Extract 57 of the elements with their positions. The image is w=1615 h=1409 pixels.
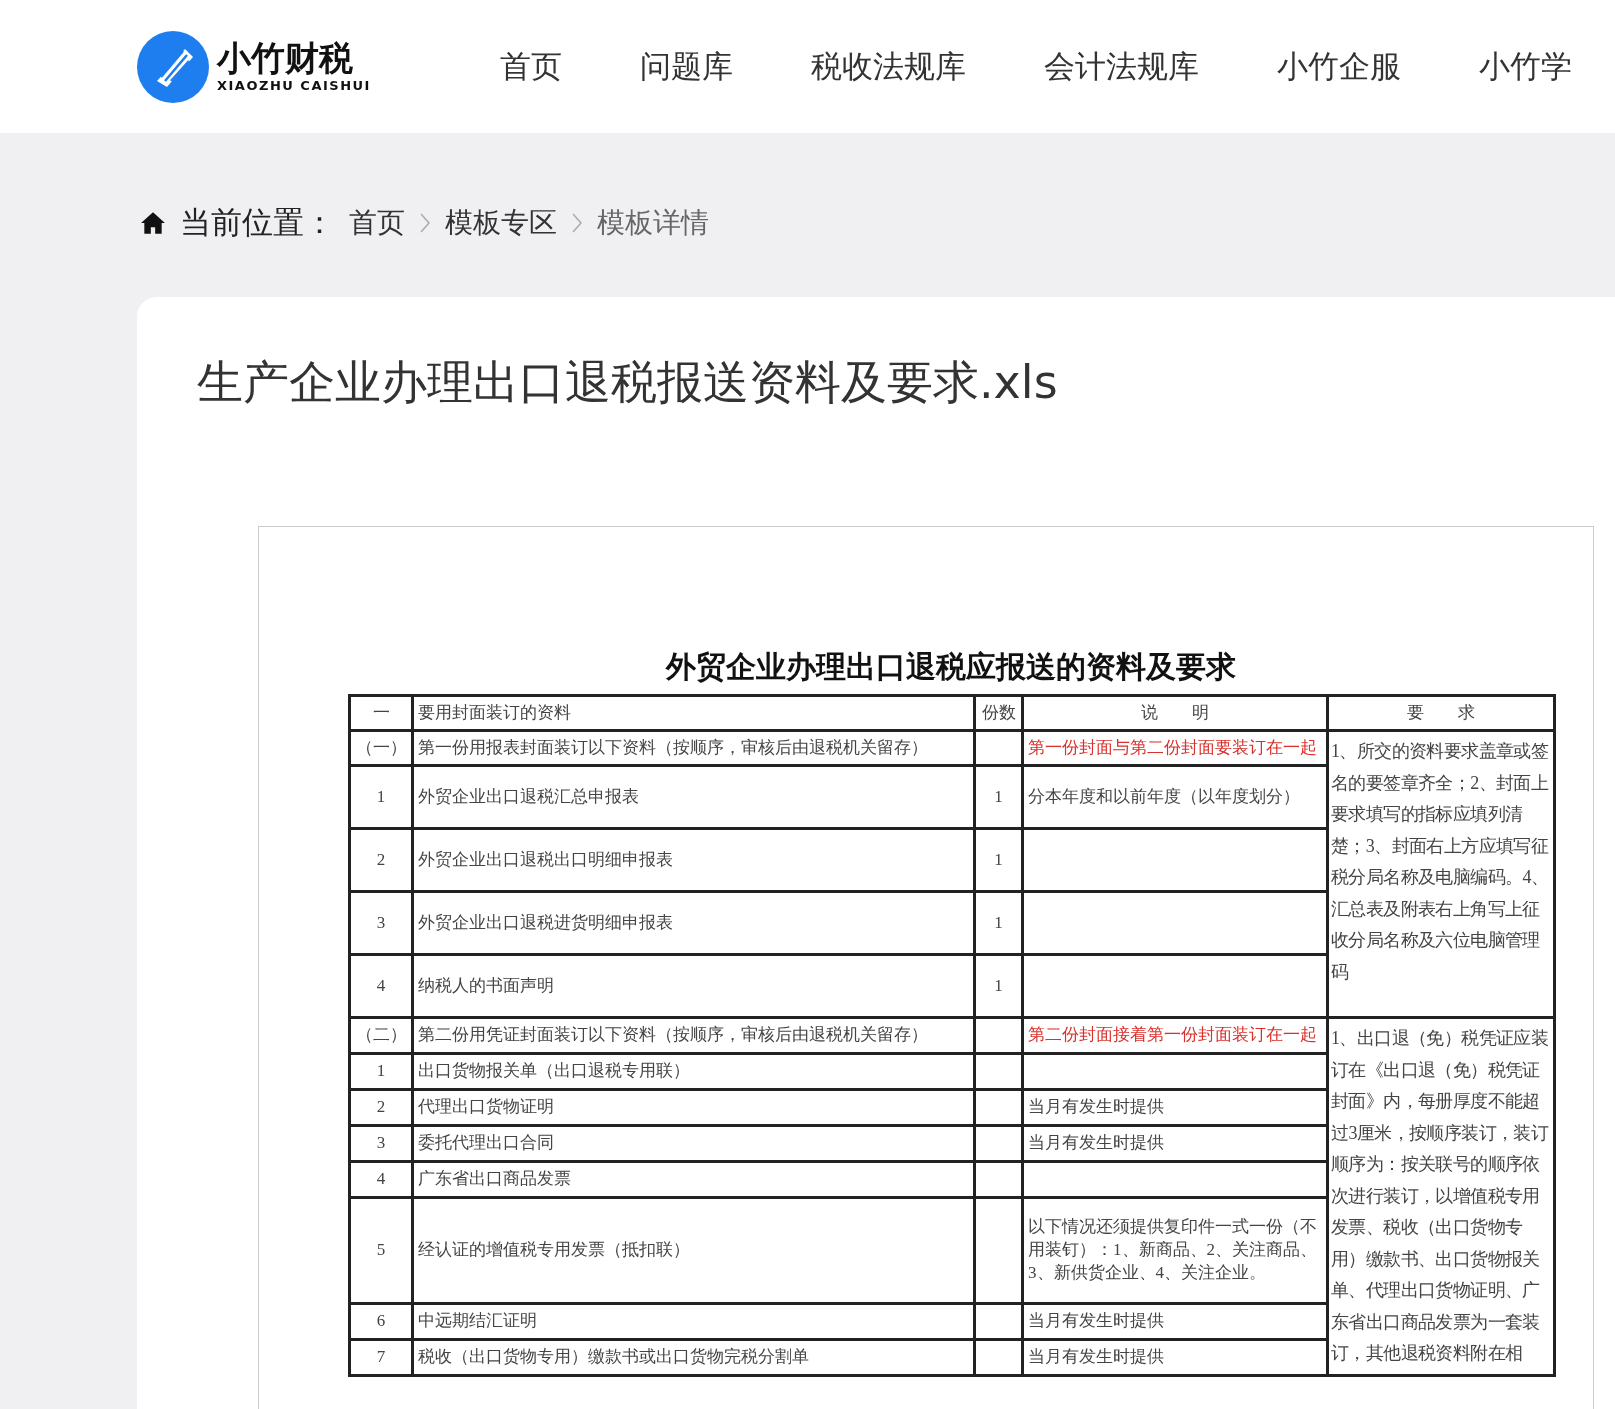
table-cell: 1、出口退（免）税凭证应装订在《出口退（免）税凭证封面》内，每册厚度不能超过3厘米，按顺序装订，装订顺序为：按关联号的顺序依次进行装订，以增值税专用发票、税收（出口货物专用）缴款书、出口货物报关单、代理出口货物证明、广东省出口商品发票为一套装订，其他退税资料附在相 (1327, 1017, 1555, 1375)
table-cell: 第一份封面与第二份封面要装订在一起 (1022, 730, 1328, 766)
table-cell: 1 (349, 765, 413, 829)
nav-link[interactable]: 小竹企服 (1277, 45, 1401, 88)
table-cell: 纳税人的书面声明 (412, 954, 975, 1018)
table-cell: 4 (349, 954, 413, 1018)
logo-subtitle: XIAOZHU CAISHUI (217, 77, 371, 93)
logo-name: 小竹财税 (217, 40, 354, 78)
header-cell: 说 明 (1022, 695, 1328, 731)
nav-link[interactable]: 会计法规库 (1044, 45, 1199, 88)
table-cell: 税收（出口货物专用）缴款书或出口货物完税分割单 (412, 1339, 975, 1375)
nav-link[interactable]: 税收法规库 (811, 45, 966, 88)
table-cell: 代理出口货物证明 (412, 1089, 975, 1126)
table-cell: 1 (974, 828, 1023, 892)
table-cell: 1 (349, 1053, 413, 1090)
breadcrumb-link[interactable]: 模板专区 (445, 204, 557, 242)
table-cell: 第二份用凭证封面装订以下资料（按顺序，审核后由退税机关留存） (412, 1017, 975, 1054)
nav-link[interactable]: 首页 (500, 45, 562, 88)
home-icon (140, 210, 166, 236)
table-cell: （二） (349, 1017, 413, 1054)
nav-link[interactable]: 问题库 (640, 45, 733, 88)
table-cell: 委托代理出口合同 (412, 1125, 975, 1162)
table-cell: 外贸企业出口退税出口明细申报表 (412, 828, 975, 892)
header-cell: 要 求 (1327, 695, 1555, 731)
table-cell: （一） (349, 730, 413, 766)
document-title: 生产企业办理出口退税报送资料及要求.xls (197, 354, 1059, 411)
chevron-right-icon (571, 212, 583, 234)
header-cell: 要用封面装订的资料 (412, 695, 975, 731)
table-cell: 第二份封面接着第一份封面装订在一起 (1022, 1017, 1328, 1054)
table-cell: 3 (349, 1125, 413, 1162)
table-cell: 广东省出口商品发票 (412, 1161, 975, 1198)
table-cell: 中远期结汇证明 (412, 1303, 975, 1339)
chevron-right-icon (419, 212, 431, 234)
breadcrumb-label: 当前位置： (180, 203, 335, 242)
table-cell: 1、所交的资料要求盖章或签名的要签章齐全；2、封面上要求填写的指标应填列清楚；3、封面右上方应填写征税分局名称及电脑编码。4、汇总表及附表右上角写上征收分局名称及六位电脑管理码 (1327, 730, 1555, 1018)
logo-icon (137, 30, 209, 103)
table-cell: 4 (349, 1161, 413, 1198)
table-cell: 2 (349, 1089, 413, 1126)
table-cell: 7 (349, 1339, 413, 1375)
table-cell: 2 (349, 828, 413, 892)
table-cell: 3 (349, 891, 413, 955)
table-cell: 经认证的增值税专用发票（抵扣联） (412, 1197, 975, 1304)
nav-link[interactable]: 小竹学 (1479, 45, 1572, 88)
table-cell: 外贸企业出口退税进货明细申报表 (412, 891, 975, 955)
breadcrumb-link[interactable]: 首页 (349, 204, 405, 242)
breadcrumb-link[interactable]: 模板详情 (597, 204, 709, 242)
table-cell: 1 (974, 891, 1023, 955)
table-cell: 6 (349, 1303, 413, 1339)
table-cell: 5 (349, 1197, 413, 1304)
header-cell: 一 (349, 695, 413, 731)
table-cell: 出口货物报关单（出口退税专用联） (412, 1053, 975, 1090)
table-cell: 1 (974, 765, 1023, 829)
header-cell: 份数 (974, 695, 1023, 731)
table-cell: 外贸企业出口退税汇总申报表 (412, 765, 975, 829)
sheet-title: 外贸企业办理出口退税应报送的资料及要求 (664, 649, 1237, 685)
table-cell: 第一份用报表封面装订以下资料（按顺序，审核后由退税机关留存） (412, 730, 975, 766)
table-cell: 1 (974, 954, 1023, 1018)
